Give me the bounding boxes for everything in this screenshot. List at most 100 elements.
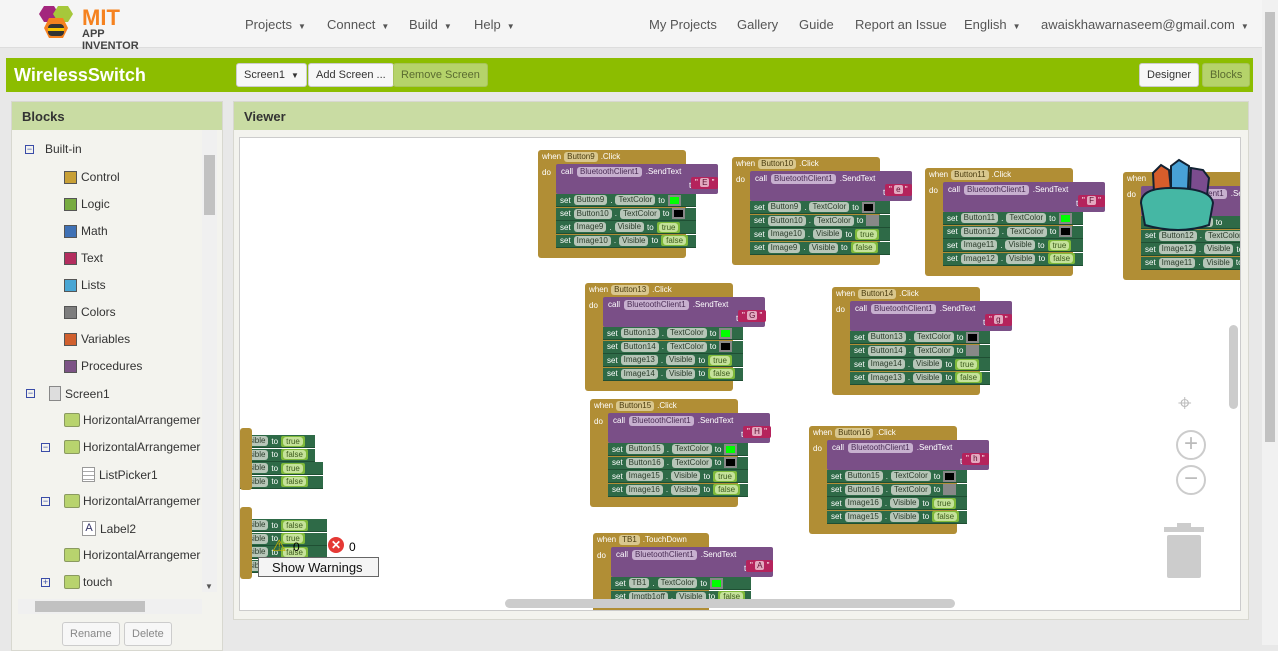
set-block[interactable]: set Button9. TextColor to [556, 194, 696, 207]
page-scrollbar[interactable] [1262, 0, 1278, 645]
set-block[interactable]: set Button9. TextColor to [750, 201, 890, 214]
boolean-block[interactable]: true [281, 435, 305, 447]
collapse-toggle[interactable]: − [25, 145, 34, 154]
set-block[interactable]: set Image16. Visible to true [827, 497, 967, 510]
set-block[interactable]: set Image14. Visible to false [603, 367, 743, 381]
nav-menu-projects[interactable]: Projects ▼ [245, 17, 306, 32]
boolean-block[interactable]: false [850, 242, 878, 253]
set-block[interactable]: set Image15. Visible to false [827, 510, 967, 524]
color-block[interactable] [672, 208, 686, 219]
set-block[interactable]: set Image11. Visible to true [943, 239, 1083, 252]
boolean-block[interactable]: false [661, 235, 689, 246]
event-block-partial[interactable] [240, 507, 252, 579]
category-text[interactable]: Text [64, 251, 103, 265]
nav-link-my-projects[interactable]: My Projects [649, 17, 717, 32]
color-block[interactable] [719, 327, 733, 339]
collapse-toggle[interactable]: − [41, 443, 50, 452]
text-string-block[interactable]: " e " [885, 184, 912, 196]
category-variables[interactable]: Variables [64, 332, 130, 346]
boolean-block[interactable]: true [932, 497, 956, 509]
set-block[interactable]: set Button15. TextColor to [827, 470, 967, 483]
component-dropdown[interactable]: Button13 [611, 285, 650, 295]
text-string-block[interactable]: " G " [738, 310, 767, 322]
set-block-partial[interactable]: Visible to false [240, 519, 327, 532]
color-block[interactable] [710, 577, 724, 589]
color-block[interactable] [724, 443, 738, 455]
color-block[interactable] [943, 470, 957, 482]
tree-component[interactable]: HorizontalArrangemer [64, 494, 200, 508]
set-block[interactable]: set Image10. Visible to true [750, 228, 890, 241]
category-logic[interactable]: Logic [64, 197, 110, 211]
language-dropdown[interactable]: English ▼ [964, 17, 1021, 32]
text-string-block[interactable]: " E " [691, 177, 719, 189]
backpack-icon[interactable] [1133, 148, 1221, 238]
boolean-block[interactable]: false [1048, 253, 1076, 264]
set-block[interactable]: set Button13. TextColor to [850, 331, 990, 344]
boolean-block[interactable]: true [855, 228, 879, 240]
set-block[interactable]: set Button13. TextColor to [603, 327, 743, 340]
set-block[interactable]: set Image13. Visible to true [603, 354, 743, 367]
component-dropdown[interactable]: Button16 [835, 428, 874, 438]
boolean-block[interactable]: false [955, 372, 983, 383]
expand-toggle[interactable]: + [41, 578, 50, 587]
color-block[interactable] [724, 457, 738, 468]
component-dropdown[interactable]: Button10 [758, 159, 797, 169]
category-math[interactable]: Math [64, 224, 108, 238]
zoom-in-icon[interactable]: + [1176, 430, 1206, 460]
boolean-block[interactable]: true [1047, 239, 1072, 251]
text-string-block[interactable]: " A " [746, 560, 774, 572]
set-block[interactable]: set Button14. TextColor to [603, 340, 743, 354]
boolean-block[interactable]: false [713, 484, 741, 495]
color-block[interactable] [861, 201, 875, 213]
add-screen-button[interactable]: Add Screen ... [308, 63, 394, 87]
component-dropdown[interactable]: Button9 [564, 152, 598, 162]
color-block[interactable] [1059, 226, 1073, 237]
color-block[interactable] [719, 341, 733, 352]
tree-builtin[interactable]: Built-in [45, 142, 82, 156]
warning-icon[interactable]: ⚠ [272, 536, 286, 556]
blocks-button[interactable]: Blocks [1202, 63, 1251, 87]
zoom-out-icon[interactable]: − [1176, 465, 1206, 495]
boolean-block[interactable]: false [281, 449, 308, 460]
tree-component[interactable]: ListPicker1 [82, 467, 158, 482]
remove-screen-button[interactable]: Remove Screen [393, 63, 488, 87]
workspace-horizontal-scrollbar[interactable] [505, 599, 955, 608]
set-block[interactable]: set Button14. TextColor to [850, 344, 990, 358]
tree-horizontal-scrollbar[interactable] [18, 599, 202, 614]
tree-component[interactable]: HorizontalArrangemer [64, 413, 200, 427]
color-block[interactable] [966, 331, 980, 343]
boolean-block[interactable]: true [656, 221, 681, 233]
boolean-block[interactable]: false [708, 368, 736, 379]
color-block[interactable] [943, 484, 957, 495]
category-colors[interactable]: Colors [64, 305, 116, 319]
delete-button[interactable]: Delete [124, 622, 172, 646]
component-dropdown[interactable]: Button11 [951, 170, 989, 180]
boolean-block[interactable]: true [708, 354, 732, 366]
set-block[interactable]: set Image13. Visible to false [850, 371, 990, 385]
set-block[interactable]: set Button16. TextColor to [608, 456, 748, 470]
tree-component[interactable]: HorizontalArrangemer [64, 440, 200, 454]
component-dropdown[interactable]: TB1 [619, 535, 640, 545]
set-block[interactable]: setImage12.Visibleto [1141, 243, 1240, 256]
set-block[interactable]: set Button11. TextColor to [943, 212, 1083, 225]
trash-icon[interactable] [1162, 523, 1206, 579]
set-block[interactable]: set Button10. TextColor to [556, 207, 696, 221]
nav-menu-connect[interactable]: Connect ▼ [327, 17, 389, 32]
category-procedures[interactable]: Procedures [64, 359, 142, 373]
nav-menu-help[interactable]: Help ▼ [474, 17, 515, 32]
set-block[interactable]: set Button10. TextColor to [750, 214, 890, 228]
text-string-block[interactable]: " g " [985, 314, 1012, 326]
set-block[interactable]: set Image14. Visible to true [850, 358, 990, 371]
set-block[interactable]: set TB1. TextColor to [611, 577, 751, 590]
component-dropdown[interactable]: Button15 [616, 401, 655, 411]
set-block[interactable]: set Button15. TextColor to [608, 443, 748, 456]
set-block[interactable]: set Image10. Visible to false [556, 234, 696, 248]
set-block[interactable]: set Image9. Visible to true [556, 221, 696, 234]
color-block[interactable] [667, 194, 681, 206]
tree-vertical-scrollbar[interactable]: ▼ [202, 130, 217, 592]
tree-component[interactable]: Screen1 [49, 386, 110, 401]
nav-link-report-an-issue[interactable]: Report an Issue [855, 17, 947, 32]
text-string-block[interactable]: " h " [962, 453, 989, 465]
blocks-workspace[interactable]: when Button9 .Click do call BluetoothClient1.… [239, 137, 1241, 611]
component-dropdown[interactable]: Button14 [858, 289, 897, 299]
